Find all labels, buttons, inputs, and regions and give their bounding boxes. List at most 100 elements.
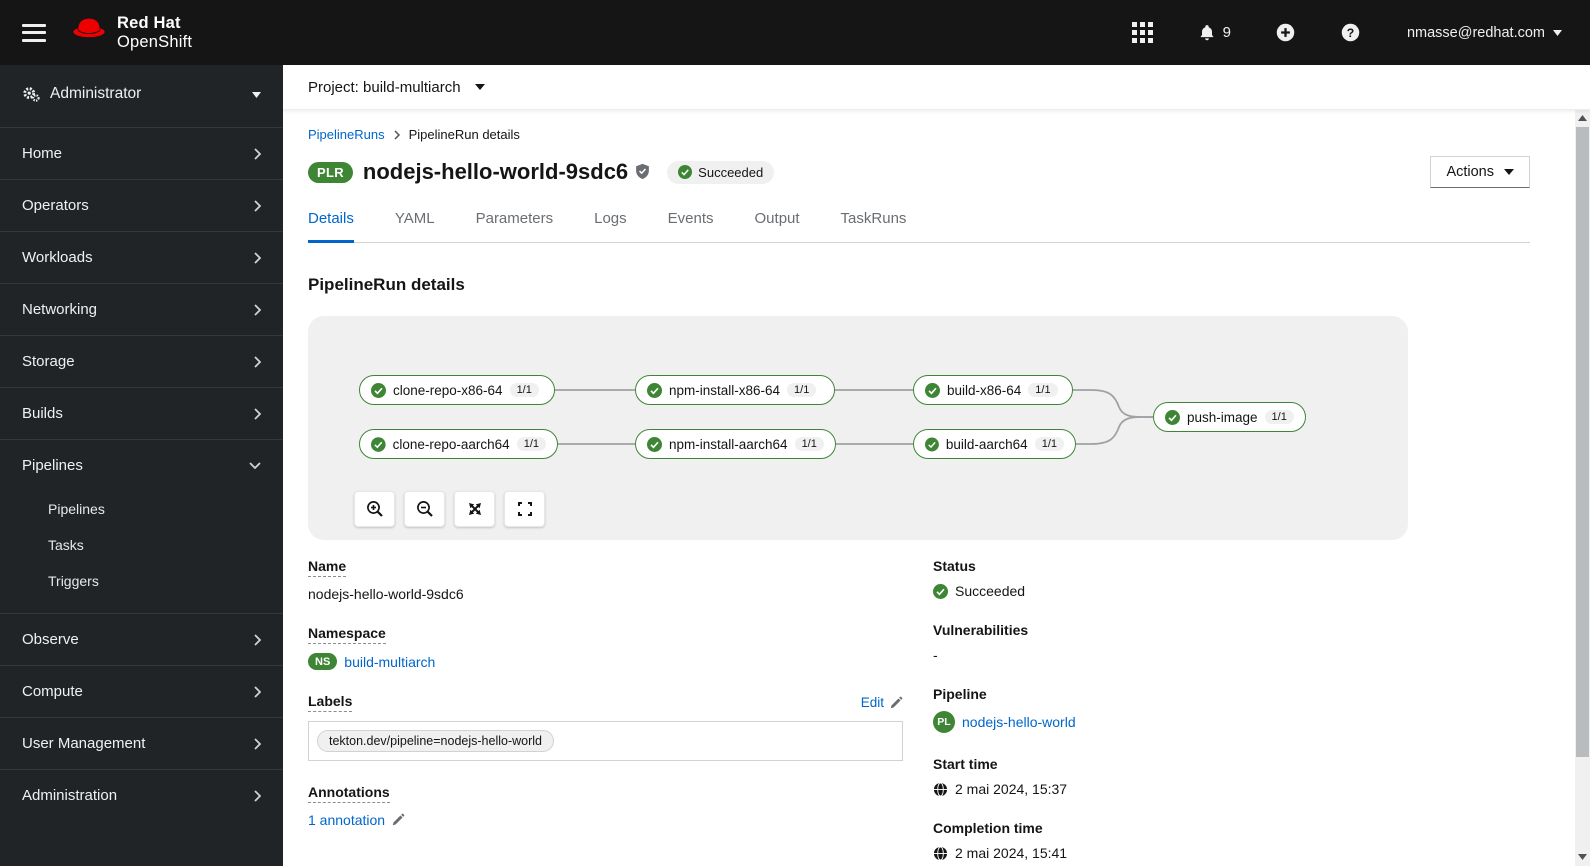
globe-icon: [933, 781, 948, 797]
perspective-label: Administrator: [50, 85, 142, 102]
sidebar-item-builds[interactable]: Builds: [0, 387, 283, 439]
check-circle-icon: [371, 382, 386, 398]
pencil-icon: [890, 696, 903, 708]
chevron-right-icon: [254, 789, 261, 802]
zoom-in-button[interactable]: [354, 491, 395, 527]
chevron-right-icon: [254, 407, 261, 420]
project-selector-label: Project: build-multiarch: [308, 78, 461, 96]
label-chip: tekton.dev/pipeline=nodejs-hello-world: [317, 730, 554, 752]
task-run-count: 1/1: [1264, 410, 1294, 424]
task-node-clone-repo-aarch64[interactable]: clone-repo-aarch64 1/1: [359, 429, 558, 459]
sidebar-item-observe[interactable]: Observe: [0, 613, 283, 665]
completion-time-label: Completion time: [933, 820, 1043, 836]
nav-toggle-icon[interactable]: [22, 23, 46, 42]
scrollbar-up-arrow[interactable]: [1575, 111, 1590, 125]
user-menu[interactable]: nmasse@redhat.com: [1407, 25, 1562, 41]
svg-text:?: ?: [1347, 26, 1354, 40]
chevron-right-icon: [254, 685, 261, 698]
annotations-label: Annotations: [308, 784, 390, 803]
fit-to-screen-button[interactable]: [454, 491, 495, 527]
name-value: nodejs-hello-world-9sdc6: [308, 586, 464, 602]
sidebar-subitem-tasks[interactable]: Tasks: [0, 527, 283, 563]
sidebar-item-workloads[interactable]: Workloads: [0, 231, 283, 283]
tab-logs[interactable]: Logs: [594, 210, 627, 243]
task-name: npm-install-x86-64: [669, 382, 781, 398]
tab-yaml[interactable]: YAML: [395, 210, 435, 243]
sidebar-item-storage[interactable]: Storage: [0, 335, 283, 387]
reset-view-button[interactable]: [504, 491, 545, 527]
field-pipeline: Pipeline PL nodejs-hello-world: [933, 686, 1530, 733]
help-circle-icon[interactable]: ?: [1340, 22, 1361, 43]
details-grid: Name nodejs-hello-world-9sdc6 Namespace …: [308, 558, 1530, 866]
corner-brackets-icon: [517, 502, 532, 516]
scrollbar-down-arrow[interactable]: [1575, 850, 1590, 864]
zoom-in-icon: [366, 501, 383, 517]
actions-button[interactable]: Actions: [1430, 156, 1530, 188]
project-selector[interactable]: Project: build-multiarch: [308, 79, 485, 96]
task-node-clone-repo-x86-64[interactable]: clone-repo-x86-64 1/1: [359, 375, 555, 405]
labels-group: tekton.dev/pipeline=nodejs-hello-world: [308, 721, 903, 761]
tab-parameters[interactable]: Parameters: [476, 210, 554, 243]
edit-labels-link[interactable]: Edit: [861, 695, 903, 710]
check-circle-icon: [925, 437, 939, 451]
task-node-npm-install-x86-64[interactable]: npm-install-x86-64 1/1: [635, 375, 835, 405]
namespace-link[interactable]: build-multiarch: [344, 654, 435, 670]
task-node-build-aarch64[interactable]: build-aarch64 1/1: [913, 429, 1076, 459]
tab-details[interactable]: Details: [308, 210, 354, 243]
namespace-kind-badge: NS: [308, 653, 338, 670]
pencil-icon: [392, 813, 405, 826]
caret-down-icon: [252, 85, 261, 103]
brand-logo[interactable]: Red Hat OpenShift: [70, 14, 192, 52]
expand-arrows-icon: [468, 503, 481, 515]
sidebar-subitem-pipelines[interactable]: Pipelines: [0, 491, 283, 527]
chevron-down-icon: [249, 462, 261, 469]
annotations-link[interactable]: 1 annotation: [308, 812, 385, 828]
zoom-out-button[interactable]: [404, 491, 445, 527]
field-vulnerabilities: Vulnerabilities -: [933, 622, 1530, 663]
field-start-time: Start time 2 mai 2024, 15:37: [933, 756, 1530, 797]
app-launcher-icon[interactable]: [1131, 22, 1153, 43]
check-circle-icon: [1165, 409, 1180, 425]
chevron-right-icon: [254, 147, 261, 160]
sidebar-item-home[interactable]: Home: [0, 127, 283, 179]
perspective-switcher[interactable]: Administrator: [0, 65, 283, 121]
task-node-push-image[interactable]: push-image 1/1: [1153, 402, 1306, 432]
completion-time-value: 2 mai 2024, 15:41: [955, 845, 1068, 861]
check-circle-icon: [925, 382, 940, 398]
field-namespace: Namespace NS build-multiarch: [308, 625, 903, 670]
task-run-count: 1/1: [509, 383, 539, 397]
task-name: npm-install-aarch64: [669, 436, 788, 452]
tab-taskruns[interactable]: TaskRuns: [841, 210, 907, 243]
pipeline-link[interactable]: nodejs-hello-world: [962, 714, 1076, 730]
task-node-npm-install-aarch64[interactable]: npm-install-aarch64 1/1: [635, 429, 836, 459]
chevron-right-icon: [254, 251, 261, 264]
page-header: PLR nodejs-hello-world-9sdc6 Succeeded A…: [308, 156, 1530, 188]
field-status: Status Succeeded: [933, 558, 1530, 599]
labels-label: Labels: [308, 693, 353, 712]
pipeline-kind-badge: PL: [933, 711, 955, 733]
project-bar: Project: build-multiarch: [283, 65, 1590, 110]
resource-kind-badge: PLR: [308, 161, 353, 183]
caret-down-icon: [1504, 169, 1514, 175]
graph-controls: [354, 491, 545, 527]
task-name: build-x86-64: [947, 382, 1022, 398]
sidebar-item-compute[interactable]: Compute: [0, 665, 283, 717]
sidebar-subitem-triggers[interactable]: Triggers: [0, 563, 283, 599]
sidebar-item-pipelines[interactable]: Pipelines: [0, 439, 283, 491]
field-labels: Labels Edit tekton.dev/pipeline=nodejs-h…: [308, 693, 903, 761]
breadcrumb-pipelineruns-link[interactable]: PipelineRuns: [308, 127, 385, 142]
notifications-bell-icon[interactable]: 9: [1197, 22, 1231, 44]
tab-output[interactable]: Output: [755, 210, 800, 243]
redhat-fedora-icon: [70, 15, 108, 50]
sidebar-item-networking[interactable]: Networking: [0, 283, 283, 335]
sidebar-item-user-management[interactable]: User Management: [0, 717, 283, 769]
add-circle-icon[interactable]: [1275, 22, 1296, 43]
sidebar-item-administration[interactable]: Administration: [0, 769, 283, 821]
scrollbar-thumb[interactable]: [1576, 127, 1589, 757]
tab-events[interactable]: Events: [668, 210, 714, 243]
task-node-build-x86-64[interactable]: build-x86-64 1/1: [913, 375, 1073, 405]
task-run-count: 1/1: [1028, 383, 1058, 397]
sidebar-item-operators[interactable]: Operators: [0, 179, 283, 231]
user-email: nmasse@redhat.com: [1406, 24, 1545, 41]
pipeline-visualization: clone-repo-x86-64 1/1 npm-install-x86-64…: [308, 316, 1408, 540]
